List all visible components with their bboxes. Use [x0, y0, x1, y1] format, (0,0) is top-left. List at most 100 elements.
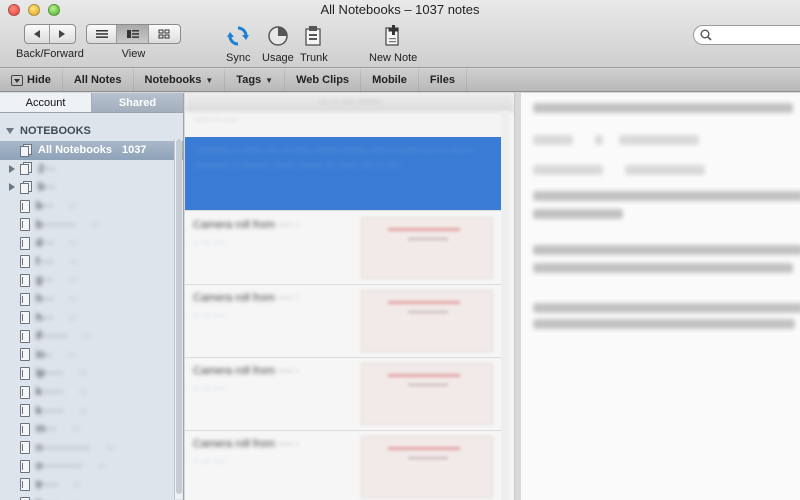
- back-button[interactable]: [25, 25, 50, 43]
- notebook-item[interactable]: h··· ··: [0, 308, 183, 327]
- notebook-item[interactable]: 2···: [0, 160, 183, 179]
- new-note-button[interactable]: New Note: [369, 24, 417, 64]
- notebook-icon: [20, 273, 30, 287]
- note-date: ·· ··· ····: [193, 456, 225, 466]
- usage-button[interactable]: Usage: [262, 24, 294, 64]
- search-field[interactable]: [693, 25, 800, 45]
- notebook-name: if·······: [36, 330, 68, 343]
- forward-arrow-icon: [59, 30, 66, 38]
- notebook-selector[interactable]: [533, 135, 573, 145]
- date-group-label: ····· ·· ····: [195, 114, 238, 125]
- notebook-icon: [20, 441, 30, 455]
- notebook-stack-icon: [20, 162, 32, 176]
- sidebar-scrollbar[interactable]: [174, 139, 182, 499]
- hide-label: Hide: [27, 74, 51, 86]
- notebook-name: h···: [36, 293, 54, 306]
- notebook-item[interactable]: d··· ··: [0, 234, 183, 253]
- hide-button[interactable]: Hide: [0, 69, 63, 91]
- note-body-line: [533, 263, 793, 273]
- notebook-name: in··: [36, 348, 52, 361]
- notebook-item[interactable]: tr······: [0, 494, 183, 500]
- notebook-item[interactable]: b··· ··: [0, 197, 183, 216]
- web-clips-label: Web Clips: [296, 74, 350, 86]
- note-title: Camera roll from ···· ·: [193, 292, 300, 304]
- notebook-item[interactable]: k······ ··: [0, 383, 183, 402]
- note-body-line: [533, 303, 800, 313]
- chevron-down-icon: ▼: [265, 75, 274, 85]
- web-clips-tab[interactable]: Web Clips: [285, 69, 362, 91]
- tags-field[interactable]: [619, 135, 699, 145]
- notebook-count: ··: [79, 404, 87, 417]
- trunk-icon: [305, 26, 321, 46]
- note-list: ··· ·· ···· ······· ····· ·· ···· ······…: [185, 93, 515, 500]
- notebook-count: ··: [83, 330, 91, 343]
- notebook-icon: [20, 366, 30, 380]
- notebook-item[interactable]: m··· ··: [0, 420, 183, 439]
- notebooks-section-title: NOTEBOOKS: [20, 125, 91, 137]
- note-list-scrollbar[interactable]: [501, 111, 509, 500]
- new-note-label: New Note: [369, 52, 418, 64]
- note-item[interactable]: Camera roll from ···· · ·· ··· ····: [185, 286, 501, 358]
- tab-shared[interactable]: Shared: [92, 93, 183, 112]
- note-item[interactable]: Camera roll from ···· · ·· ··· ····: [185, 213, 501, 285]
- notebooks-menu[interactable]: Notebooks ▼: [134, 69, 226, 91]
- view-thumbnail-button[interactable]: [149, 25, 180, 43]
- tags-menu[interactable]: Tags ▼: [225, 69, 286, 91]
- notebook-item[interactable]: b········· ··: [0, 215, 183, 234]
- notebook-item[interactable]: n············· ··: [0, 439, 183, 458]
- notebook-name: g···: [36, 274, 54, 287]
- note-title-field[interactable]: [533, 103, 793, 113]
- hide-sidebar-icon: [11, 74, 23, 86]
- notebook-item[interactable]: g··· ··: [0, 271, 183, 290]
- notebook-icon: [20, 404, 30, 418]
- notebook-count: ··: [67, 348, 76, 361]
- notebooks-section-header[interactable]: NOTEBOOKS: [0, 113, 183, 139]
- notebook-item[interactable]: tr······: [0, 476, 183, 495]
- sidebar: Account Shared NOTEBOOKS All Notebooks 1…: [0, 93, 184, 500]
- notebook-item[interactable]: b···: [0, 178, 183, 197]
- note-item[interactable]: Camera roll from ···· · ·· ··· ····: [185, 359, 501, 431]
- view-group: View: [86, 24, 181, 60]
- note-editor[interactable]: [521, 93, 800, 500]
- notebook-count: ··: [72, 423, 80, 436]
- note-item-selected[interactable]: ··········· ·· ······ ···· ·· ······ ···…: [185, 137, 501, 211]
- expand-triangle-icon[interactable]: [9, 164, 15, 173]
- notebook-item[interactable]: ip····· ··: [0, 364, 183, 383]
- note-body-line: [533, 319, 795, 329]
- notebook-all[interactable]: All Notebooks 1037: [0, 141, 183, 160]
- notebook-name: k······: [36, 386, 64, 399]
- notebook-name: f····: [36, 255, 54, 268]
- notebook-item[interactable]: o··········· ··: [0, 457, 183, 476]
- notebook-item[interactable]: in·· ··: [0, 346, 183, 365]
- notebook-item[interactable]: if······· ··: [0, 327, 183, 346]
- view-snippet-button[interactable]: [117, 25, 149, 43]
- sidebar-scroll-thumb[interactable]: [176, 139, 182, 494]
- back-forward-group: Back/Forward: [16, 24, 84, 60]
- note-list-header[interactable]: ··· ·· ···· ·······: [185, 93, 514, 111]
- notebook-item[interactable]: k······ ··: [0, 401, 183, 420]
- expand-triangle-icon[interactable]: [9, 183, 15, 192]
- notebook-item[interactable]: f···· ··: [0, 253, 183, 272]
- notebook-icon: [20, 236, 30, 250]
- notebook-name: ip·····: [36, 367, 63, 380]
- notebook-name: 2···: [38, 162, 56, 175]
- mobile-tab[interactable]: Mobile: [361, 69, 419, 91]
- view-list-button[interactable]: [87, 25, 118, 43]
- files-tab[interactable]: Files: [419, 69, 467, 91]
- tab-account[interactable]: Account: [0, 93, 92, 112]
- forward-button[interactable]: [50, 25, 75, 43]
- notebook-name: o···········: [36, 460, 83, 473]
- sync-button[interactable]: Sync: [226, 24, 250, 64]
- note-body-line: [533, 245, 800, 255]
- thumbnail-view-icon: [158, 29, 170, 39]
- note-item[interactable]: Camera roll from ···· · ·· ··· ····: [185, 432, 501, 500]
- notebook-item[interactable]: h··· ··: [0, 290, 183, 309]
- note-date: ·· ··· ····: [193, 237, 225, 247]
- all-notes-tab[interactable]: All Notes: [63, 69, 134, 91]
- note-body-line: [533, 191, 800, 201]
- trunk-button[interactable]: Trunk: [300, 24, 328, 64]
- note-title: Camera roll from ···· ·: [193, 438, 300, 450]
- notebook-icon: [20, 478, 30, 492]
- note-snippet: ··········· ·· ······ ···· ·· ······ ···…: [195, 145, 474, 171]
- notebook-icon: [20, 199, 30, 213]
